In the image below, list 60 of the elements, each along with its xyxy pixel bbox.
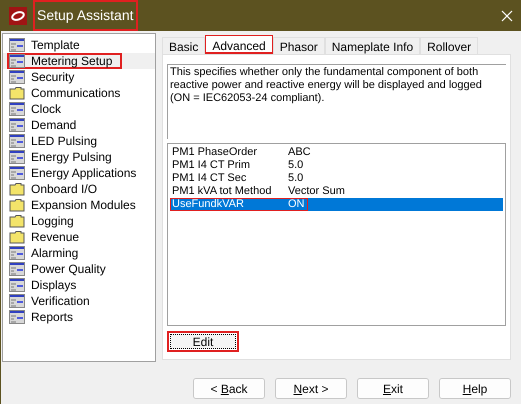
tree-item[interactable]: Metering Setup: [7, 53, 122, 69]
tab[interactable]: Phasor: [272, 37, 325, 54]
setting-value: ON: [288, 199, 306, 210]
tree-item[interactable]: Logging: [7, 213, 84, 229]
wizard-button[interactable]: Exit: [357, 378, 429, 399]
form-page-icon: [9, 166, 25, 180]
setting-name[interactable]: PM1 I4 CT Sec: [171, 173, 288, 184]
close-icon[interactable]: [501, 10, 513, 22]
tree-item[interactable]: Communications: [7, 85, 130, 101]
form-page-icon: [9, 118, 25, 132]
folder-icon: [9, 86, 25, 100]
setting-value: Vector Sum: [288, 186, 346, 197]
form-page-icon: [9, 246, 25, 260]
setting-value: 5.0: [288, 173, 304, 184]
tree-item[interactable]: Energy Pulsing: [7, 149, 122, 165]
form-page-icon: [9, 54, 25, 68]
wizard-button[interactable]: Next >: [275, 378, 347, 399]
wizard-button[interactable]: Help: [439, 378, 511, 399]
tree-item[interactable]: Revenue: [7, 229, 90, 245]
tree-item[interactable]: Security: [7, 69, 84, 85]
folder-icon: [9, 182, 25, 196]
description-text: This specifies whether only the fundamental component of both reactive power and reactive energy will be displayed and logged (ON = IEC62053-24 compliant).: [167, 64, 506, 139]
form-page-icon: [9, 102, 25, 116]
tree-item[interactable]: Displays: [7, 277, 86, 293]
tab[interactable]: Rollover: [420, 37, 478, 54]
tree-item[interactable]: LED Pulsing: [7, 133, 108, 149]
tree-item[interactable]: Energy Applications: [7, 165, 146, 181]
tree-item[interactable]: Alarming: [7, 245, 88, 261]
tab[interactable]: Nameplate Info: [324, 37, 420, 54]
tree-item[interactable]: Onboard I/O: [7, 181, 108, 197]
edit-button[interactable]: Edit: [167, 331, 239, 352]
window-title: Setup Assistant: [33, 0, 138, 31]
form-page-icon: [9, 294, 25, 308]
folder-icon: [9, 214, 25, 228]
setting-name[interactable]: PM1 kVA tot Method: [171, 186, 288, 197]
tree-item[interactable]: Verification: [7, 293, 100, 309]
setting-value: 5.0: [288, 160, 304, 171]
tree-item[interactable]: Template: [7, 37, 90, 53]
tree-item[interactable]: Reports: [7, 309, 84, 325]
tree-item[interactable]: Clock: [7, 101, 72, 117]
setting-value: ABC: [288, 147, 312, 158]
form-page-icon: [9, 70, 25, 84]
tab[interactable]: Basic: [162, 37, 206, 54]
tab[interactable]: Advanced: [205, 35, 273, 54]
app-logo-icon: [9, 6, 27, 24]
form-page-icon: [9, 38, 25, 52]
form-page-icon: [9, 310, 25, 324]
form-page-icon: [9, 134, 25, 148]
form-page-icon: [9, 278, 25, 292]
tree-item[interactable]: Power Quality: [7, 261, 116, 277]
form-page-icon: [9, 150, 25, 164]
setting-name[interactable]: UseFundkVAR: [171, 199, 288, 210]
setting-name[interactable]: PM1 PhaseOrder: [171, 147, 288, 158]
folder-icon: [9, 198, 25, 212]
tree-item[interactable]: Expansion Modules: [7, 197, 146, 213]
tree-item[interactable]: Demand: [7, 117, 86, 133]
folder-icon: [9, 230, 25, 244]
form-page-icon: [9, 262, 25, 276]
setting-name[interactable]: PM1 I4 CT Prim: [171, 160, 288, 171]
wizard-button[interactable]: < Back: [193, 378, 265, 399]
